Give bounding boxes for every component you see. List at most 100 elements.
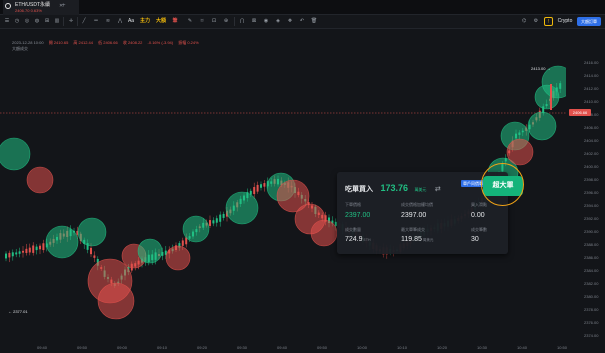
card-cell-label: 成交數量	[345, 227, 361, 232]
ohlc-amplitude: 振幅 0.24%	[178, 40, 199, 45]
price-axis-label: 2396.00	[584, 190, 599, 195]
time-axis-label: 09:40	[277, 345, 288, 350]
card-cell-value: 2397.00	[345, 212, 371, 219]
low-price-label: ← 2377.01	[8, 309, 28, 314]
candle-body	[11, 252, 14, 257]
candle-body	[212, 220, 215, 224]
ohlc-high: 高 2412.44	[73, 40, 93, 45]
candle-body	[209, 220, 211, 226]
buy-bubble	[182, 215, 210, 243]
zoom-icon[interactable]: ⊕	[222, 17, 230, 26]
candle-body	[39, 245, 41, 250]
candle-body	[15, 252, 18, 255]
card-header: 吃單買入 173.76 萬美元 ⇄	[345, 178, 441, 193]
interval-button-2[interactable]: 大額	[154, 17, 168, 26]
toolbar-divider	[77, 17, 78, 26]
time-axis-label: 09:40	[37, 345, 48, 350]
price-axis-label: 2382.00	[584, 281, 599, 286]
card-cell-value: 2397.00	[401, 212, 427, 219]
time-axis-label: 10:40	[517, 345, 528, 350]
ohlc-low: 低 2406.66	[98, 40, 118, 45]
lock-icon[interactable]: ⊠	[250, 17, 258, 26]
buy-bubble	[225, 191, 259, 225]
pattern-tool-icon[interactable]: ⋀	[116, 17, 124, 26]
candle-body	[253, 187, 256, 195]
big-order-button[interactable]: 大額訂單	[577, 17, 601, 26]
candle-body	[25, 248, 28, 253]
candle-body	[260, 184, 262, 188]
price-axis-label: 2380.00	[584, 294, 599, 299]
toolbar-divider	[234, 17, 235, 26]
clock-icon[interactable]: ◷	[13, 17, 21, 26]
time-axis-label: 09:00	[117, 345, 128, 350]
card-amount: 173.76	[380, 183, 408, 193]
fib-tool-icon[interactable]: ≋	[104, 17, 112, 26]
template-icon[interactable]: ⊞	[43, 17, 51, 26]
alert-icon[interactable]: !	[544, 17, 553, 26]
measure-icon[interactable]: ⌑	[198, 17, 206, 26]
market-selector[interactable]: Crypto	[554, 17, 576, 26]
time-axis-label: 09:50	[317, 345, 328, 350]
text-tool-icon[interactable]: ⊡	[210, 17, 218, 26]
price-axis-label: 2404.00	[584, 138, 599, 143]
line-tool-icon[interactable]: ╱	[80, 17, 88, 26]
tab-change: 2406.70 0.63%	[15, 8, 42, 13]
card-cell-label: 買入滑點	[471, 202, 487, 207]
sell-bubble	[506, 138, 534, 166]
drawing-icon[interactable]: ◈	[274, 17, 282, 26]
last-price-tag: 2406.66	[569, 109, 591, 116]
crosshair-icon[interactable]: ✛	[67, 17, 75, 26]
layers-icon[interactable]: ❖	[286, 17, 294, 26]
candle-body	[22, 250, 24, 253]
card-title: 吃單買入	[345, 186, 373, 193]
time-axis-label: 10:10	[397, 345, 408, 350]
card-cell-value: 119.85萬美元	[401, 236, 434, 243]
settings-icon[interactable]: ⚙	[532, 17, 540, 26]
card-cell-label: 最大單筆成交	[401, 227, 425, 232]
price-axis-label: 2416.00	[584, 60, 599, 65]
high-price-label: 2413.00 →	[531, 66, 551, 71]
brush-icon[interactable]: ✎	[186, 17, 194, 26]
time-axis-label: 09:10	[157, 345, 168, 350]
buy-bubble	[45, 225, 79, 259]
interval-button-0[interactable]: Aa	[126, 17, 136, 26]
price-axis-label: 2376.00	[584, 320, 599, 325]
add-tab-icon[interactable]: +	[62, 3, 66, 9]
magnet-icon[interactable]: ⋂	[238, 17, 246, 26]
candle-body	[222, 213, 225, 218]
ohlc-close: 收 2408.22	[122, 40, 143, 45]
tab-eth-usdt[interactable]: ETH/USDT永續 2406.70 0.63% ✕	[3, 0, 79, 15]
time-axis-label: 10:20	[437, 345, 448, 350]
time-axis-label: 09:30	[237, 345, 248, 350]
price-axis-label: 2412.00	[584, 86, 599, 91]
menu-icon[interactable]: ☰	[3, 17, 11, 26]
buy-bubble	[534, 84, 560, 110]
price-axis-label: 2414.00	[584, 73, 599, 78]
hline-tool-icon[interactable]: ═	[92, 17, 100, 26]
buy-bubble	[527, 111, 557, 141]
camera-icon[interactable]: ⌬	[520, 17, 528, 26]
candle-body	[181, 240, 184, 246]
price-axis-label: 2374.00	[584, 333, 599, 338]
price-axis-label: 2386.00	[584, 255, 599, 260]
price-axis-label: 2406.00	[584, 125, 599, 130]
swap-icon[interactable]: ⇄	[435, 186, 441, 193]
candle-body	[215, 218, 218, 223]
price-axis-label: 2410.00	[584, 99, 599, 104]
eye-icon[interactable]: ◉	[262, 17, 270, 26]
candle-body	[42, 243, 45, 251]
price-axis-label: 2388.00	[584, 242, 599, 247]
candle-body	[256, 184, 259, 192]
card-cell-label: 成交價格加權均價	[401, 202, 433, 207]
interval-button-3[interactable]: 筆	[170, 17, 180, 26]
indicator-icon[interactable]: ◎	[23, 17, 31, 26]
card-cell-label: 成交筆數	[471, 227, 487, 232]
interval-button-1[interactable]: 主力	[138, 17, 152, 26]
candle-body	[28, 247, 31, 253]
trash-icon[interactable]: 🗑	[310, 17, 318, 26]
compare-icon[interactable]: ◍	[33, 17, 41, 26]
undo-icon[interactable]: ↶	[298, 17, 306, 26]
layout-icon[interactable]: ▥	[53, 17, 61, 26]
ohlc-open: 開 2410.65	[48, 40, 69, 45]
sell-bubble	[165, 245, 191, 271]
